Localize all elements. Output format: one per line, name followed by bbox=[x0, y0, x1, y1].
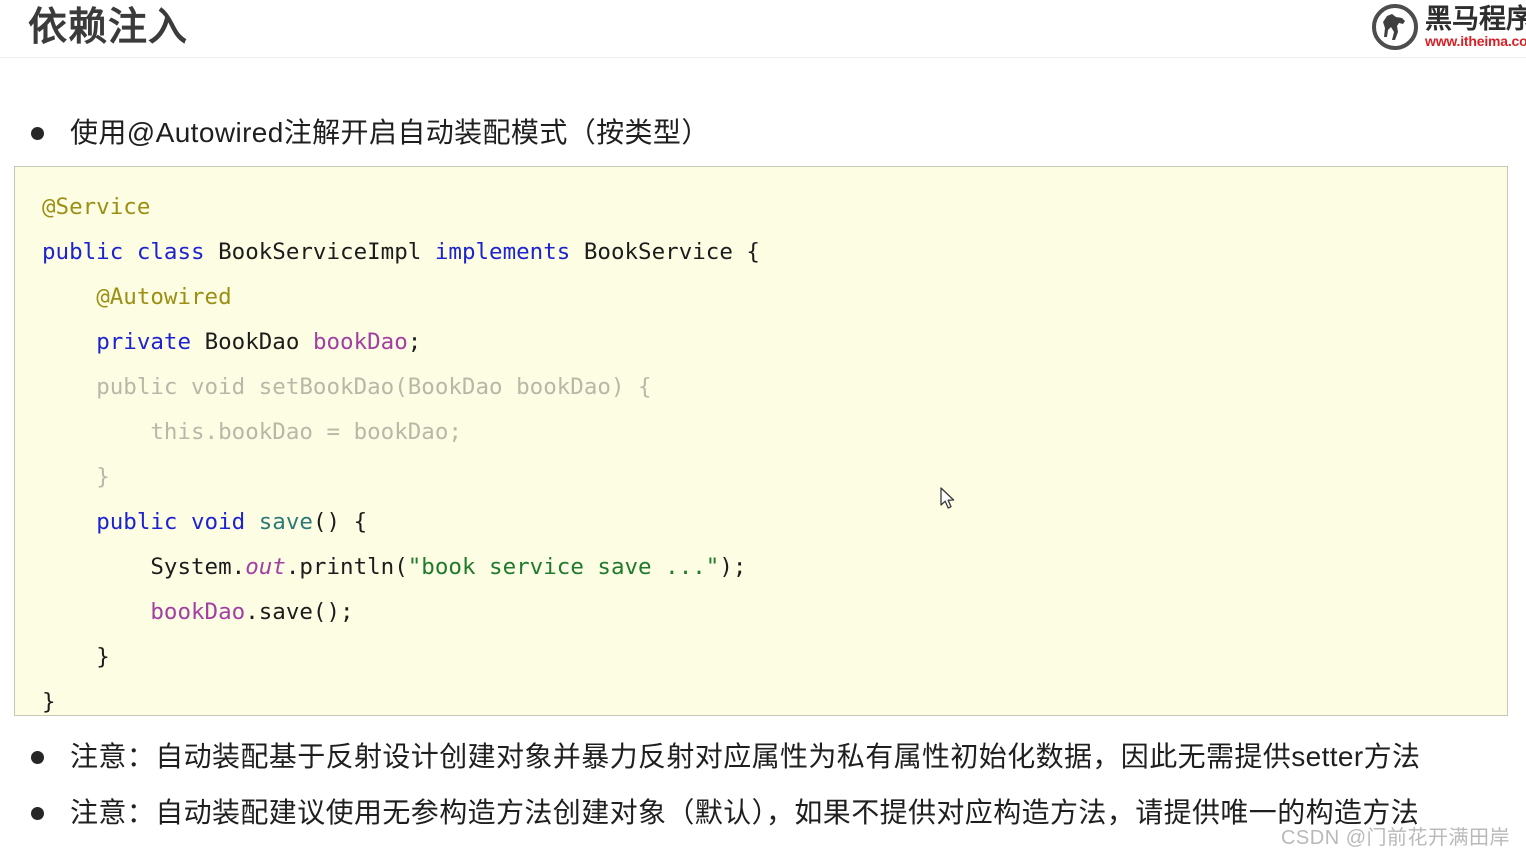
code-token: } bbox=[96, 644, 110, 670]
code-token: bookDao bbox=[312, 329, 408, 355]
bullet-dot-icon bbox=[31, 750, 44, 764]
code-token: } bbox=[96, 464, 110, 490]
code-token: bookDao bbox=[150, 599, 246, 625]
page-title: 依赖注入 bbox=[28, 6, 189, 49]
code-token: out bbox=[245, 554, 286, 580]
code-line: } bbox=[42, 455, 1507, 500]
code-token: @Autowired bbox=[96, 284, 232, 310]
slide-page: 依赖注入 黑马程序员 www.itheima.com 使用@Autowired注… bbox=[0, 0, 1526, 856]
bullet-dot-icon bbox=[31, 126, 44, 140]
code-token: save bbox=[258, 509, 313, 535]
code-content: @Service public class BookServiceImpl imp… bbox=[15, 185, 1507, 715]
code-token: .save(); bbox=[245, 599, 354, 625]
brand-text-group: 黑马程序员 www.itheima.com bbox=[1425, 5, 1526, 49]
code-token: public void setBookDao(BookDao bookDao) … bbox=[96, 374, 652, 400]
code-token: ); bbox=[719, 554, 747, 580]
brand-logo: 黑马程序员 www.itheima.com bbox=[1372, 2, 1526, 52]
bullet-text-note-1: 注意：自动装配基于反射设计创建对象并暴力反射对应属性为私有属性初始化数据，因此无… bbox=[70, 741, 1421, 772]
code-token: public bbox=[42, 239, 124, 265]
code-token: BookService bbox=[583, 239, 733, 265]
code-token: . bbox=[231, 554, 246, 580]
brand-url: www.itheima.com bbox=[1425, 33, 1526, 49]
bullet-item-autowired: 使用@Autowired注解开启自动装配模式（按类型） bbox=[31, 115, 710, 151]
code-line: public void setBookDao(BookDao bookDao) … bbox=[42, 365, 1507, 410]
code-token: implements bbox=[434, 239, 571, 265]
horse-logo-icon bbox=[1372, 4, 1418, 50]
code-token: class bbox=[136, 239, 205, 265]
code-token: () { bbox=[312, 509, 368, 535]
code-token: System bbox=[150, 554, 232, 580]
bullet-dot-icon bbox=[31, 806, 44, 820]
bullet-text-note-2: 注意：自动装配建议使用无参构造方法创建对象（默认），如果不提供对应构造方法，请提… bbox=[70, 797, 1420, 828]
slide-header: 依赖注入 黑马程序员 www.itheima.com bbox=[0, 0, 1526, 58]
code-token: .println( bbox=[285, 554, 408, 580]
code-line: @Service bbox=[42, 185, 1507, 230]
code-token: BookDao bbox=[204, 329, 300, 355]
code-token: { bbox=[732, 239, 760, 265]
code-token: @Service bbox=[42, 194, 151, 220]
code-line: private BookDao bookDao; bbox=[42, 320, 1507, 365]
code-line: public class BookServiceImpl implements … bbox=[42, 230, 1507, 275]
code-block: @Service public class BookServiceImpl imp… bbox=[14, 166, 1508, 716]
code-line: System.out.println("book service save ..… bbox=[42, 545, 1507, 590]
code-token: ; bbox=[407, 329, 422, 355]
code-token: void bbox=[191, 509, 246, 535]
code-token: } bbox=[42, 689, 56, 715]
code-line: @Autowired bbox=[42, 275, 1507, 320]
code-line: bookDao.save(); bbox=[42, 590, 1507, 635]
bullet-text-autowired: 使用@Autowired注解开启自动装配模式（按类型） bbox=[70, 117, 710, 148]
code-token: private bbox=[96, 329, 192, 355]
csdn-watermark: CSDN @门前花开满田岸 bbox=[1280, 827, 1510, 849]
bullet-item-note-1: 注意：自动装配基于反射设计创建对象并暴力反射对应属性为私有属性初始化数据，因此无… bbox=[31, 739, 1420, 775]
code-token: "book service save ..." bbox=[407, 554, 720, 580]
code-token: BookServiceImpl bbox=[218, 239, 422, 265]
brand-name: 黑马程序员 bbox=[1425, 4, 1526, 34]
code-line: } bbox=[42, 635, 1507, 680]
code-line: public void save() { bbox=[42, 500, 1507, 545]
horse-glyph-icon bbox=[1383, 14, 1405, 40]
bullet-item-note-2: 注意：自动装配建议使用无参构造方法创建对象（默认），如果不提供对应构造方法，请提… bbox=[31, 795, 1419, 831]
code-line: this.bookDao = bookDao; bbox=[42, 410, 1507, 455]
code-line: } bbox=[42, 680, 1507, 715]
code-token: public bbox=[96, 509, 178, 535]
code-token: this.bookDao = bookDao; bbox=[150, 419, 462, 445]
